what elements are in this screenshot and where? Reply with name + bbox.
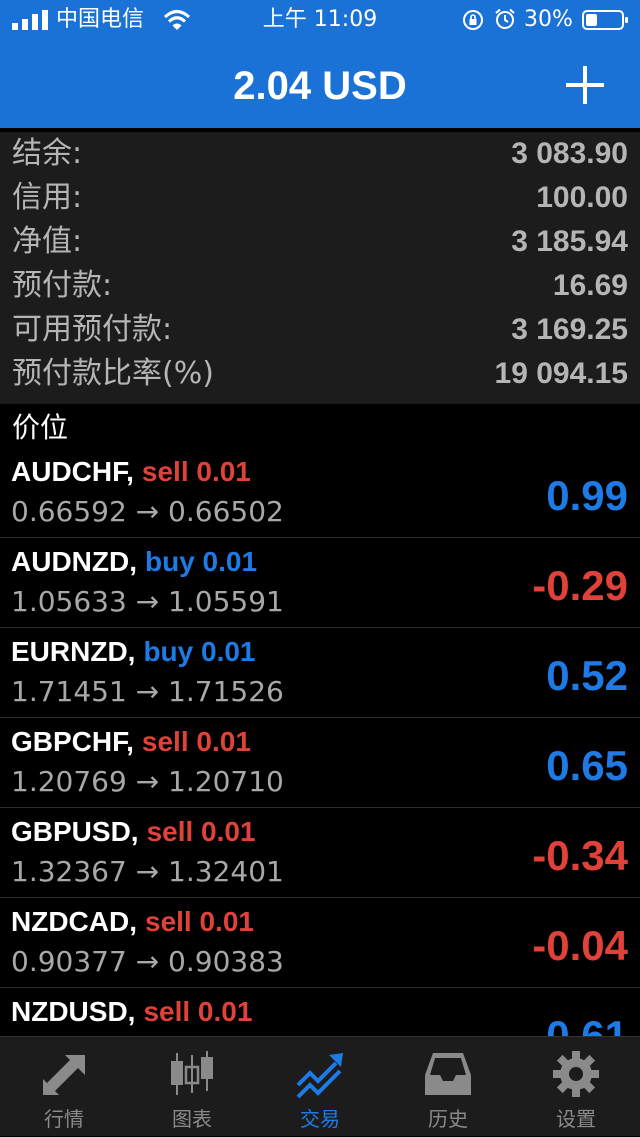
tab-label: 设置 (556, 1107, 596, 1131)
tab-label: 交易 (300, 1107, 340, 1131)
position-profit: -0.29 (532, 562, 628, 609)
summary-value: 3 169.25 (511, 313, 628, 346)
position-prices: 0.66592 → 0.66502 (11, 495, 284, 528)
gear-icon (553, 1051, 599, 1097)
tab-charts[interactable]: 图表 (128, 1037, 256, 1137)
position-row[interactable]: NZDCAD, sell 0.01 0.90377 → 0.90383 -0.04 (0, 898, 640, 988)
summary-label: 预付款比率(%) (12, 356, 214, 391)
positions-section-header: 价位 (0, 404, 640, 448)
position-side: buy 0.01 (145, 546, 258, 577)
quotes-arrows-icon (43, 1055, 85, 1095)
position-side: buy 0.01 (143, 636, 256, 667)
position-symbol: NZDCAD, (11, 906, 137, 937)
summary-row-margin: 预付款: 16.69 (0, 264, 640, 308)
position-prices: 1.32367 → 1.32401 (11, 855, 284, 888)
position-row[interactable]: GBPUSD, sell 0.01 1.32367 → 1.32401 -0.34 (0, 808, 640, 898)
status-bar: 中国电信 上午 11:09 30% (0, 0, 640, 40)
position-side: sell 0.01 (141, 456, 251, 487)
tab-history[interactable]: 历史 (384, 1037, 512, 1137)
tab-label: 图表 (172, 1107, 212, 1131)
position-prices: 0.90377 → 0.90383 (11, 945, 284, 978)
summary-value: 16.69 (552, 269, 628, 302)
position-profit: 0.61 (546, 1012, 628, 1036)
plus-icon[interactable] (560, 60, 610, 110)
rotation-lock-icon (463, 10, 483, 30)
bottom-tab-bar: 行情 图表 交易 历史 设置 (0, 1036, 640, 1136)
summary-value: 3 185.94 (511, 225, 628, 258)
position-symbol: AUDCHF, (11, 456, 134, 487)
position-header: GBPCHF, sell 0.01 (11, 724, 251, 760)
position-header: NZDCAD, sell 0.01 (11, 904, 254, 940)
summary-value: 19 094.15 (494, 357, 628, 390)
account-profit-title: 2.04 USD (233, 64, 407, 108)
section-title: 价位 (12, 411, 69, 444)
position-side: sell 0.01 (143, 996, 253, 1027)
position-prices: 1.20769 → 1.20710 (11, 765, 284, 798)
battery-percent: 30% (524, 7, 573, 32)
position-symbol: GBPCHF, (11, 726, 134, 757)
position-side: sell 0.01 (141, 726, 251, 757)
position-row[interactable]: NZDUSD, sell 0.01 0.61 (0, 988, 640, 1036)
tab-trade[interactable]: 交易 (256, 1037, 384, 1137)
summary-label: 可用预付款: (12, 312, 173, 347)
summary-row-margin-level: 预付款比率(%) 19 094.15 (0, 352, 640, 396)
tab-quotes[interactable]: 行情 (0, 1037, 128, 1137)
position-row[interactable]: AUDCHF, sell 0.01 0.66592 → 0.66502 0.99 (0, 448, 640, 538)
position-symbol: AUDNZD, (11, 546, 137, 577)
position-row[interactable]: GBPCHF, sell 0.01 1.20769 → 1.20710 0.65 (0, 718, 640, 808)
summary-label: 净值: (12, 224, 83, 259)
position-symbol: EURNZD, (11, 636, 136, 667)
summary-row-free-margin: 可用预付款: 3 169.25 (0, 308, 640, 352)
summary-label: 结余: (12, 136, 83, 171)
summary-row-balance: 结余: 3 083.90 (0, 132, 640, 176)
position-header: GBPUSD, sell 0.01 (11, 814, 256, 850)
positions-list: AUDCHF, sell 0.01 0.66592 → 0.66502 0.99 … (0, 448, 640, 1036)
history-inbox-icon (425, 1053, 471, 1095)
account-summary: 结余: 3 083.90 信用: 100.00 净值: 3 185.94 预付款… (0, 132, 640, 404)
summary-value: 3 083.90 (511, 137, 628, 170)
position-profit: 0.99 (546, 472, 628, 519)
position-side: sell 0.01 (146, 816, 256, 847)
summary-row-equity: 净值: 3 185.94 (0, 220, 640, 264)
summary-value: 100.00 (536, 181, 628, 214)
position-prices: 1.05633 → 1.05591 (11, 585, 284, 618)
top-bar: 中国电信 上午 11:09 30% 2.04 USD (0, 0, 640, 128)
position-profit: -0.04 (532, 922, 628, 969)
position-symbol: GBPUSD, (11, 816, 139, 847)
battery-icon (582, 10, 628, 30)
position-header: AUDNZD, buy 0.01 (11, 544, 257, 580)
tab-settings[interactable]: 设置 (512, 1037, 640, 1137)
position-header: NZDUSD, sell 0.01 (11, 994, 252, 1030)
position-header: AUDCHF, sell 0.01 (11, 454, 251, 490)
tab-label: 历史 (428, 1107, 468, 1131)
alarm-clock-icon (495, 8, 515, 29)
position-symbol: NZDUSD, (11, 996, 136, 1027)
candlestick-chart-icon (171, 1051, 213, 1095)
tab-label: 行情 (44, 1107, 84, 1131)
position-row[interactable]: EURNZD, buy 0.01 1.71451 → 1.71526 0.52 (0, 628, 640, 718)
trade-trend-icon (296, 1053, 343, 1099)
position-header: EURNZD, buy 0.01 (11, 634, 256, 670)
summary-label: 预付款: (12, 268, 113, 303)
position-row[interactable]: AUDNZD, buy 0.01 1.05633 → 1.05591 -0.29 (0, 538, 640, 628)
position-profit: -0.34 (532, 832, 628, 879)
summary-row-credit: 信用: 100.00 (0, 176, 640, 220)
position-profit: 0.65 (546, 742, 628, 789)
position-prices: 1.71451 → 1.71526 (11, 675, 284, 708)
position-profit: 0.52 (546, 652, 628, 699)
summary-label: 信用: (12, 180, 83, 215)
position-side: sell 0.01 (145, 906, 254, 937)
